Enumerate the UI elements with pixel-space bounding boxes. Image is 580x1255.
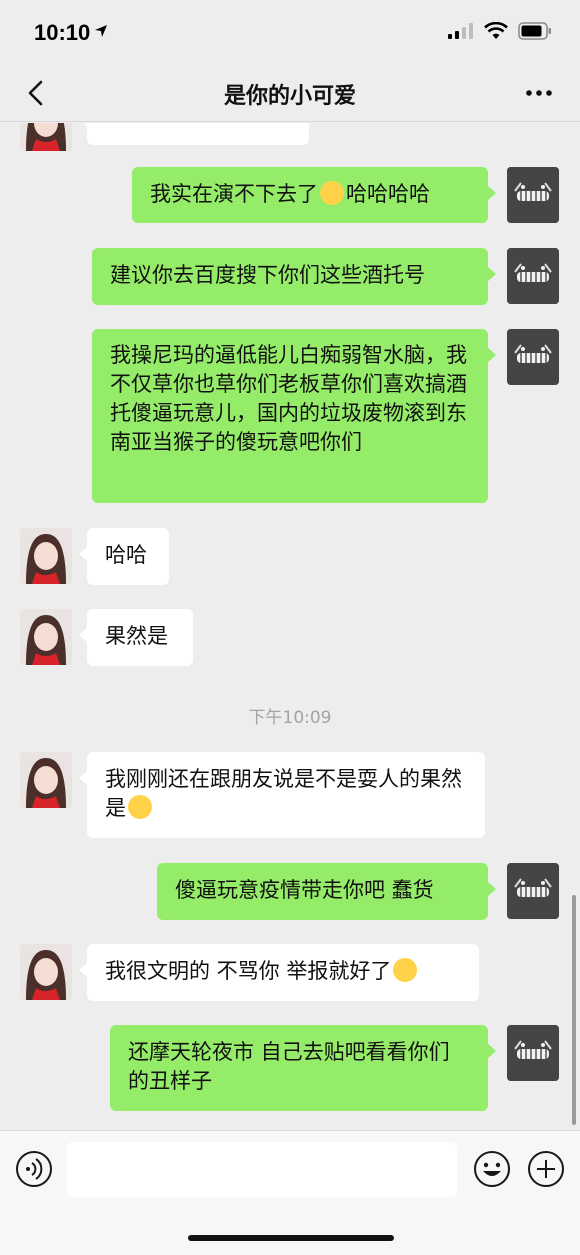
my-avatar[interactable] [507,863,559,919]
my-avatar[interactable] [507,1025,559,1081]
status-bar: 10:10 [0,0,580,64]
more-options-icon[interactable] [524,78,554,108]
message-input-bar [0,1130,580,1255]
add-more-icon[interactable] [526,1149,566,1189]
contact-avatar[interactable] [20,528,72,584]
contact-avatar[interactable] [20,609,72,665]
outgoing-message-bubble[interactable]: 傻逼玩意疫情带走你吧 蠢货 [157,863,496,920]
my-avatar[interactable] [507,167,559,223]
incoming-message-bubble[interactable]: 果然是 [79,609,193,666]
status-indicators [448,22,552,40]
outgoing-message-bubble[interactable]: 建议你去百度搜下你们这些酒托号 [92,248,496,305]
home-indicator[interactable] [188,1235,394,1241]
incoming-message-bubble[interactable]: 我很文明的 不骂你 举报就好了 [79,944,479,1001]
blush-emoji-icon [128,795,152,819]
contact-avatar[interactable] [20,944,72,1000]
location-arrow-icon [95,25,107,37]
outgoing-message-bubble[interactable]: 我实在演不下去了 哈哈哈哈 [132,167,496,223]
outgoing-message-bubble[interactable]: 还摩天轮夜市 自己去贴吧看看你们的丑样子 [110,1025,496,1111]
tears-of-joy-emoji-icon [320,181,344,205]
outgoing-message-bubble[interactable]: 我操尼玛的逼低能儿白痴弱智水脑，我不仅草你也草你们老板草你们喜欢搞酒托傻逼玩意儿… [92,329,496,503]
status-time: 10:10 [34,20,91,45]
kissing-emoji-icon [393,958,418,982]
incoming-message-bubble[interactable] [79,123,309,145]
chat-header: 是你的小可爱 [0,64,580,122]
message-input[interactable] [67,1142,457,1197]
contact-avatar[interactable] [20,123,72,151]
scrollbar[interactable] [572,895,576,1125]
my-avatar[interactable] [507,248,559,304]
chat-title: 是你的小可爱 [223,84,356,109]
battery-icon [518,22,551,40]
emoji-icon[interactable] [472,1149,512,1189]
incoming-message-bubble[interactable]: 我刚刚还在跟朋友说是不是耍人的果然是 [79,752,485,838]
contact-avatar[interactable] [20,752,72,808]
wifi-icon [484,22,508,39]
my-avatar[interactable] [507,329,559,385]
voice-input-icon[interactable] [14,1149,54,1189]
signal-icon [448,23,473,39]
incoming-message-bubble[interactable]: 哈哈 [79,528,169,585]
message-timestamp: 下午10:09 [248,708,332,728]
message-list[interactable]: 我实在演不下去了 哈哈哈哈 建议你去百度搜下你们这些酒托号 我操尼玛的逼低能儿白… [0,123,580,1130]
